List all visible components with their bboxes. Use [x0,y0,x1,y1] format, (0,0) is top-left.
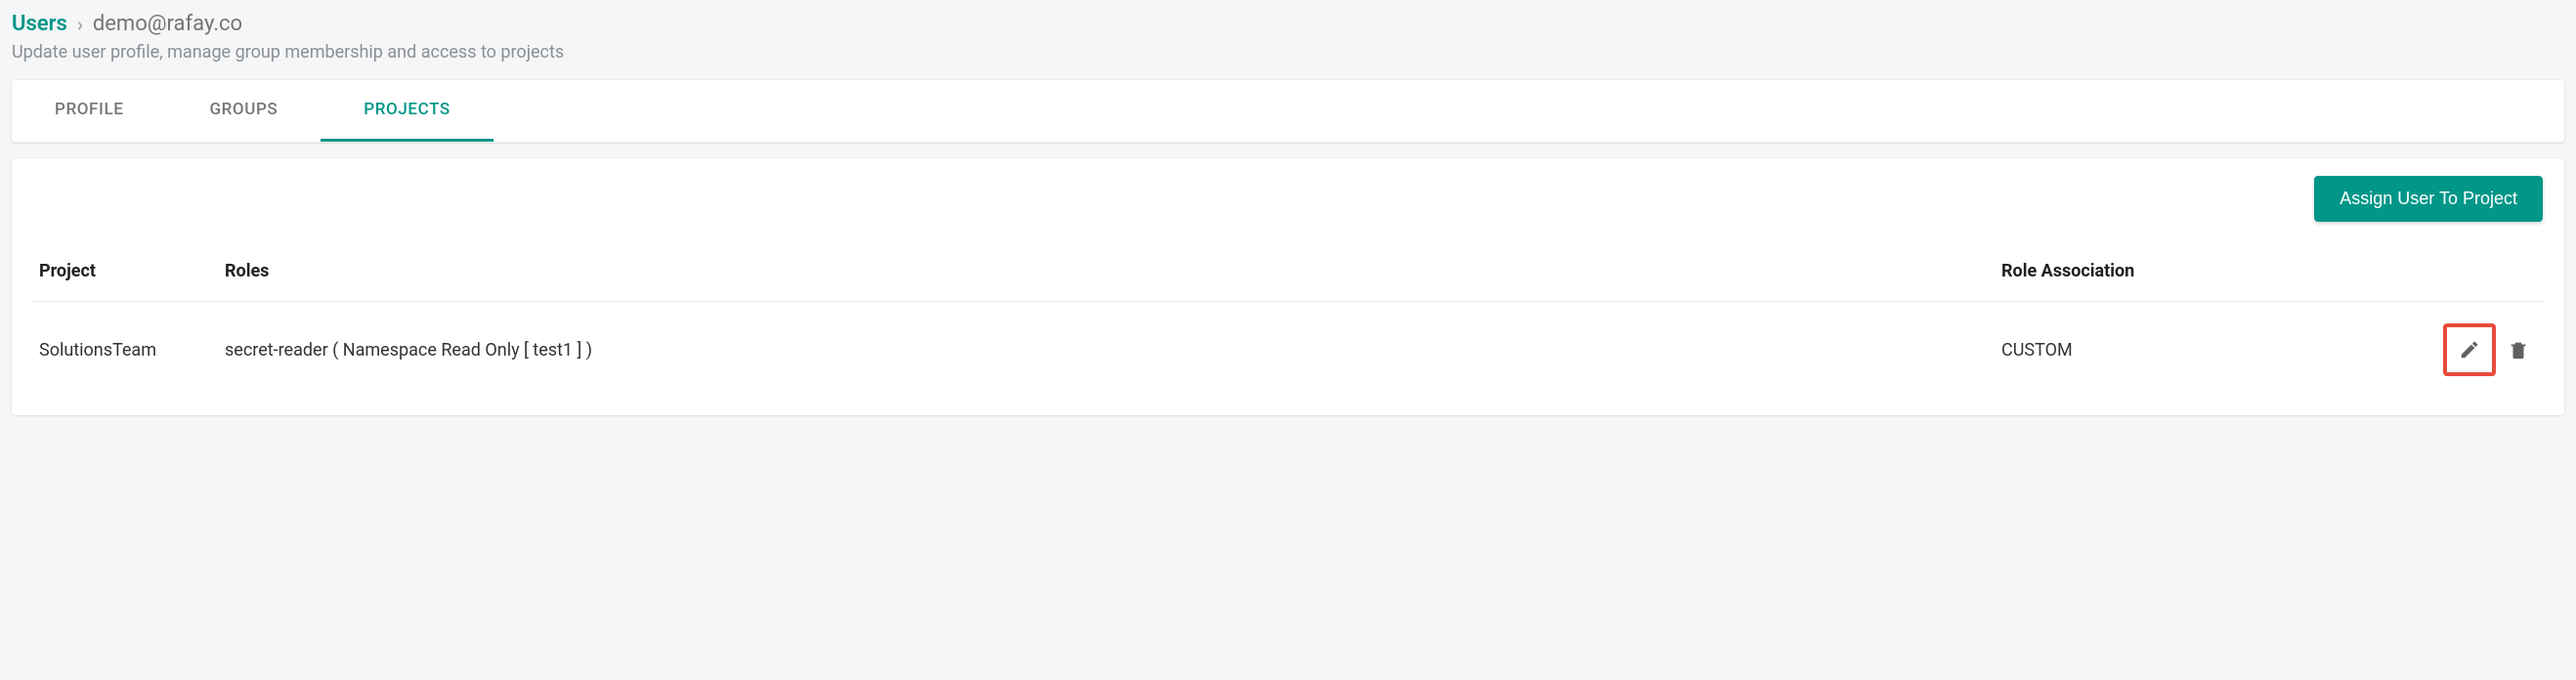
breadcrumb-root[interactable]: Users [12,12,67,36]
table-row: SolutionsTeam secret-reader ( Namespace … [33,302,2543,399]
toolbar: Assign User To Project [33,176,2543,222]
tab-groups[interactable]: GROUPS [166,80,321,142]
highlight-annotation [2443,323,2496,376]
projects-table: Project Roles Role Association Solutions… [33,249,2543,398]
cell-actions [2406,302,2543,399]
breadcrumb-current: demo@rafay.co [93,12,242,36]
column-header-role-association: Role Association [1996,249,2406,302]
trash-icon [2508,339,2529,361]
assign-user-to-project-button[interactable]: Assign User To Project [2314,176,2543,222]
cell-roles: secret-reader ( Namespace Read Only [ te… [219,302,1996,399]
delete-button[interactable] [2500,331,2537,368]
column-header-project: Project [33,249,219,302]
pencil-icon [2459,339,2480,361]
column-header-roles: Roles [219,249,1996,302]
cell-project: SolutionsTeam [33,302,219,399]
edit-button[interactable] [2449,329,2490,370]
breadcrumb: Users › demo@rafay.co [12,12,2564,36]
page-subtitle: Update user profile, manage group member… [12,42,2564,63]
breadcrumb-separator: › [77,13,83,36]
projects-panel: Assign User To Project Project Roles Rol… [12,158,2564,415]
column-header-actions [2406,249,2543,302]
tab-projects[interactable]: PROJECTS [321,80,494,142]
tab-profile[interactable]: PROFILE [12,80,166,142]
cell-role-association: CUSTOM [1996,302,2406,399]
tab-bar: PROFILE GROUPS PROJECTS [12,80,2564,143]
